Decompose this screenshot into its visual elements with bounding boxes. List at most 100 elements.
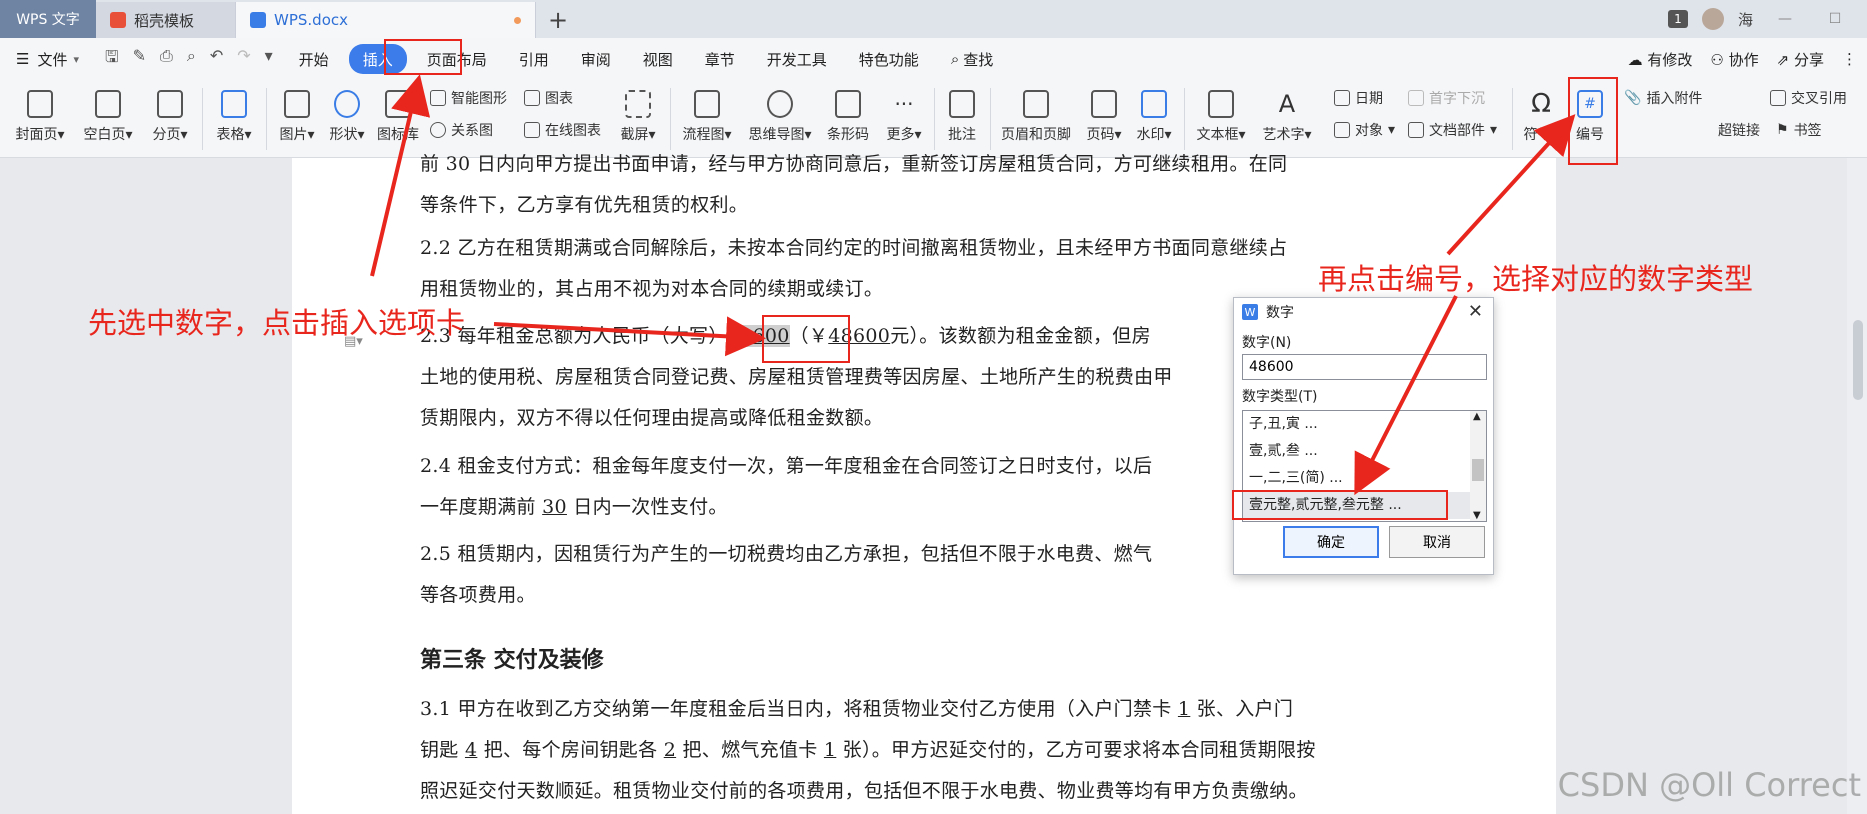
more-icon[interactable]: ⋮	[1842, 50, 1857, 68]
redo-icon[interactable]: ↷	[237, 46, 250, 73]
cover-page-icon	[27, 90, 53, 118]
list-scrollbar[interactable]: ▲ ▼	[1470, 411, 1486, 521]
cloud-icon: ☁	[1627, 50, 1643, 69]
tab-view[interactable]: 视图	[627, 44, 689, 74]
table-icon	[221, 90, 247, 118]
hyperlink-button[interactable]: 超链接	[1718, 120, 1760, 140]
comment-button[interactable]: 批注	[940, 86, 984, 144]
barcode-button[interactable]: 条形码	[822, 86, 874, 144]
tab-references[interactable]: 引用	[503, 44, 565, 74]
undo-icon[interactable]: ↶	[210, 46, 223, 73]
hyperlink-label: 超链接	[1718, 123, 1760, 139]
tab-document[interactable]: WPS.docx	[236, 2, 536, 38]
cancel-button[interactable]: 取消	[1389, 526, 1485, 558]
line: 前 30 日内向甲方提出书面申请，经与甲方协商同意后，重新签订房屋租赁合同，方可…	[420, 153, 1288, 175]
customize-icon[interactable]: ▾	[265, 46, 273, 73]
list-item[interactable]: 壹,贰,叁 ...	[1243, 438, 1486, 465]
icon-library-button[interactable]: 图标库	[372, 86, 424, 144]
date-label: 日期	[1355, 91, 1383, 107]
list-item[interactable]: 一,二,三(简) ...	[1243, 465, 1486, 492]
more-button[interactable]: ··· 更多▾	[880, 86, 928, 144]
bookmark-button[interactable]: ⚑ 书签	[1776, 120, 1822, 140]
cover-page-button[interactable]: 封面页▾	[10, 86, 70, 144]
doc-parts-label: 文档部件	[1429, 123, 1485, 139]
picture-button[interactable]: 图片▾	[272, 86, 322, 144]
omega-icon: Ω	[1531, 89, 1551, 119]
symbol-button[interactable]: Ω 符号▾	[1518, 86, 1564, 144]
watermark: CSDN @Oll Correct	[1557, 766, 1861, 804]
line: 照迟延交付天数顺延。租赁物业交付前的各项费用，包括但不限于水电费、物业费等均有甲…	[420, 780, 1308, 802]
file-menu[interactable]: ☰ 文件 ▾	[16, 44, 95, 74]
tab-review[interactable]: 审阅	[565, 44, 627, 74]
search-icon: ⌕	[950, 50, 960, 68]
date-button[interactable]: 日期	[1334, 88, 1383, 108]
title-right: 1 海 — ☐	[1667, 0, 1867, 38]
header-footer-label: 页眉和页脚	[1001, 127, 1071, 143]
line: 2.2 乙方在租赁期满或合同解除后，未按本合同约定的时间撤离租赁物业，且未经甲方…	[420, 237, 1288, 259]
collab-button[interactable]: ⚇ 协作	[1710, 49, 1758, 70]
search-button[interactable]: ⌕ 查找	[935, 44, 1009, 74]
blank-page-button[interactable]: 空白页▾	[78, 86, 138, 144]
table-button[interactable]: 表格▾	[208, 86, 260, 144]
maximize-button[interactable]: ☐	[1817, 11, 1853, 27]
cover-page-label: 封面页	[15, 127, 58, 143]
shape-button[interactable]: 形状▾	[322, 86, 372, 144]
save-icon[interactable]: 🖫	[105, 46, 119, 73]
page-number-button[interactable]: 页码▾	[1080, 86, 1128, 144]
tab-template[interactable]: 稻壳模板	[96, 2, 236, 38]
word-art-button[interactable]: A 艺术字▾	[1256, 86, 1318, 144]
app-tab[interactable]: WPS 文字	[0, 0, 96, 38]
share-button[interactable]: ⇗ 分享	[1777, 49, 1824, 70]
chart-button[interactable]: 图表	[524, 88, 573, 108]
number: 2	[663, 739, 677, 761]
page-break-label: 分页	[152, 127, 181, 143]
bookmark-label: 书签	[1793, 123, 1822, 139]
window-count-badge[interactable]: 1	[1667, 10, 1688, 28]
print-icon[interactable]: ⎙	[160, 46, 173, 73]
header-footer-button[interactable]: 页眉和页脚	[996, 86, 1076, 144]
text-box-button[interactable]: 文本框▾	[1190, 86, 1252, 144]
ok-button[interactable]: 确定	[1283, 526, 1379, 558]
print-preview-icon[interactable]: ⌕	[187, 46, 196, 73]
smart-art-button[interactable]: 智能图形	[430, 88, 507, 108]
scrollbar-thumb[interactable]	[1853, 320, 1863, 400]
drop-cap-button[interactable]: 首字下沉	[1408, 88, 1485, 108]
watermark-label: 水印	[1136, 127, 1165, 143]
dialog-buttons: 确定 取消	[1234, 526, 1493, 558]
tab-template-label: 稻壳模板	[134, 11, 195, 30]
ribbon-divider	[1512, 88, 1513, 150]
page-break-button[interactable]: 分页▾	[144, 86, 196, 144]
flowchart-button[interactable]: 流程图▾	[676, 86, 738, 144]
cross-ref-button[interactable]: 交叉引用	[1770, 88, 1847, 108]
new-tab-button[interactable]: +	[536, 2, 580, 38]
object-button[interactable]: 对象 ▾	[1334, 120, 1395, 140]
watermark-button[interactable]: 水印▾	[1130, 86, 1178, 144]
paperclip-icon: 📎	[1624, 90, 1642, 106]
tab-home[interactable]: 开始	[283, 44, 345, 74]
screenshot-button[interactable]: 截屏▾	[612, 86, 664, 144]
online-chart-button[interactable]: 在线图表	[524, 120, 601, 140]
text-box-label: 文本框	[1196, 127, 1239, 143]
tab-section[interactable]: 章节	[689, 44, 751, 74]
minimize-button[interactable]: —	[1767, 11, 1803, 27]
close-icon[interactable]: ✕	[1468, 301, 1483, 322]
tab-developer[interactable]: 开发工具	[751, 44, 843, 74]
flowchart-label: 流程图	[682, 127, 725, 143]
chevron-up-icon[interactable]: ▲	[1473, 411, 1481, 422]
blank-page-icon	[95, 90, 121, 118]
page-break-icon	[157, 90, 183, 118]
number-input[interactable]	[1242, 354, 1487, 380]
tab-features[interactable]: 特色功能	[843, 44, 935, 74]
format-painter-icon[interactable]: ✎	[133, 46, 146, 73]
list-scrollbar-thumb[interactable]	[1472, 459, 1484, 481]
doc-parts-button[interactable]: 文档部件 ▾	[1408, 120, 1497, 140]
relationship-button[interactable]: 关系图	[430, 120, 493, 140]
list-item[interactable]: 子,丑,寅 ...	[1243, 411, 1486, 438]
attach-button[interactable]: 📎 插入附件	[1624, 88, 1702, 108]
mind-map-button[interactable]: 思维导图▾	[744, 86, 816, 144]
chevron-down-icon[interactable]: ▼	[1473, 510, 1481, 521]
text-run: 3.1 甲方在收到乙方交纳第一年度租金后当日内，将租赁物业交付乙方使用（入户门禁…	[420, 698, 1172, 720]
avatar[interactable]	[1701, 8, 1724, 30]
changes-button[interactable]: ☁ 有修改	[1628, 49, 1693, 70]
vertical-scrollbar[interactable]	[1847, 158, 1867, 814]
